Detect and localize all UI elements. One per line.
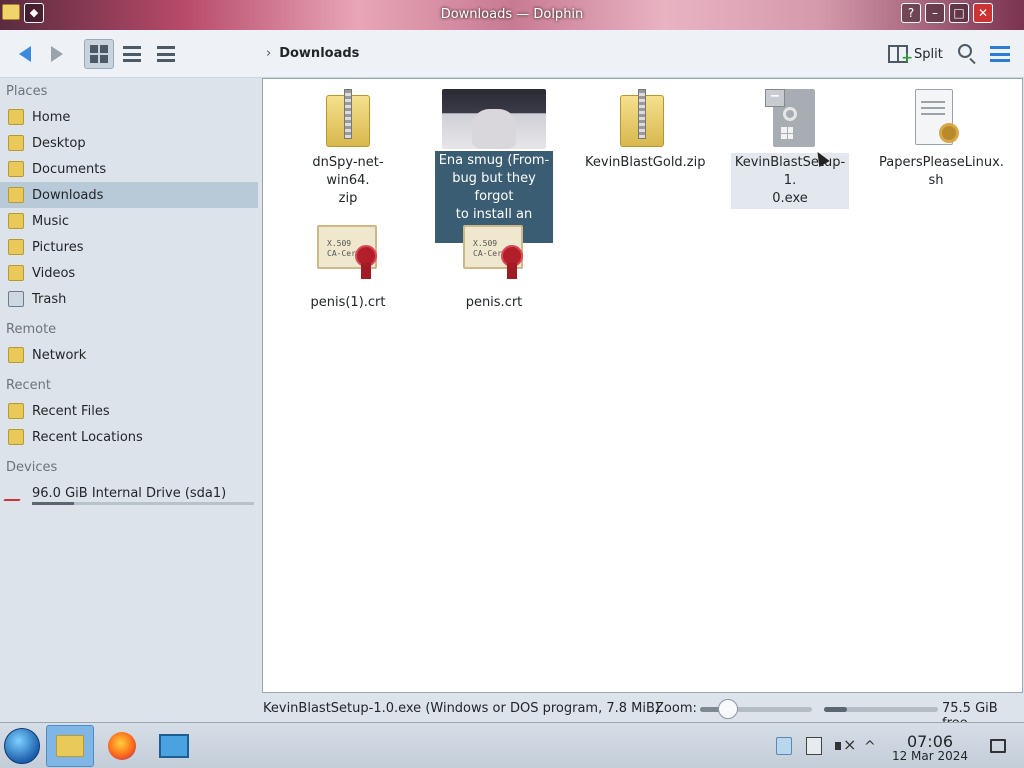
sidebar-item-trash[interactable]: Trash bbox=[0, 286, 262, 312]
toolbar: › Downloads + Split bbox=[0, 30, 1024, 78]
section-heading-remote: Remote bbox=[6, 322, 57, 337]
zoom-label: Zoom: bbox=[655, 701, 697, 716]
videos-icon bbox=[8, 265, 24, 281]
tray-expand-icon[interactable]: ^ bbox=[864, 739, 880, 757]
section-heading-places: Places bbox=[6, 84, 48, 99]
home-icon bbox=[8, 109, 24, 125]
folder-icon bbox=[56, 735, 84, 757]
breadcrumb-downloads[interactable]: Downloads bbox=[279, 46, 359, 61]
notes-icon[interactable] bbox=[806, 737, 822, 755]
clipboard-icon[interactable] bbox=[776, 737, 792, 755]
close-button[interactable]: ✕ bbox=[973, 3, 993, 23]
details-view-icon bbox=[157, 46, 175, 62]
forward-arrow-icon bbox=[51, 46, 63, 62]
drive-icon bbox=[3, 485, 29, 501]
sidebar-item-documents[interactable]: Documents bbox=[0, 156, 262, 182]
file-label: KevinBlastGold.zip bbox=[585, 155, 706, 170]
icons-view-button[interactable] bbox=[84, 39, 114, 69]
back-arrow-icon bbox=[19, 46, 31, 62]
zip-archive-icon bbox=[326, 89, 370, 147]
taskbar-system-settings[interactable] bbox=[150, 725, 198, 767]
file-item-kevinblastsetup-exe[interactable]: − KevinBlastSetup-1. 0.exe bbox=[731, 89, 849, 209]
file-label: dnSpy-net-win64. zip bbox=[312, 155, 384, 206]
details-view-button[interactable] bbox=[151, 39, 181, 69]
sidebar-item-network[interactable]: Network bbox=[0, 342, 262, 368]
file-label: KevinBlastSetup-1. 0.exe bbox=[731, 153, 849, 209]
zoom-slider[interactable] bbox=[700, 707, 812, 712]
help-button[interactable]: ? bbox=[901, 3, 921, 23]
recent-files-icon bbox=[8, 403, 24, 419]
taskbar: ^ 07:06 12 Mar 2024 bbox=[0, 722, 1024, 768]
minimize-button[interactable]: – bbox=[925, 3, 945, 23]
trash-icon bbox=[8, 291, 24, 307]
window-title: Downloads — Dolphin bbox=[440, 7, 584, 22]
sidebar-item-internal-drive[interactable]: 96.0 GiB Internal Drive (sda1) bbox=[0, 480, 262, 506]
documents-icon bbox=[8, 161, 24, 177]
shell-script-icon bbox=[911, 89, 961, 149]
split-button[interactable]: + Split bbox=[888, 42, 943, 66]
file-item-ena-smug-png[interactable]: Ena smug (From-bug but they forgot to ins… bbox=[435, 89, 553, 243]
window-titlebar[interactable]: ◆ Downloads — Dolphin ? – □ ✕ bbox=[0, 0, 1024, 30]
sidebar-item-desktop[interactable]: Desktop bbox=[0, 130, 262, 156]
show-desktop-icon[interactable] bbox=[990, 739, 1006, 753]
taskbar-file-manager[interactable] bbox=[46, 725, 94, 767]
file-item-penis-crt[interactable]: X.509 CA-Cert penis.crt bbox=[435, 223, 553, 313]
clock-date[interactable]: 12 Mar 2024 bbox=[886, 749, 974, 763]
compact-view-button[interactable] bbox=[117, 39, 147, 69]
system-settings-icon bbox=[159, 734, 189, 758]
maximize-button[interactable]: □ bbox=[949, 3, 969, 23]
firefox-icon bbox=[108, 732, 136, 760]
places-panel: Places Home Desktop Documents Downloads … bbox=[0, 78, 262, 696]
certificate-icon: X.509 CA-Cert bbox=[463, 223, 525, 281]
zoom-slider-handle[interactable] bbox=[718, 699, 738, 719]
section-heading-devices: Devices bbox=[6, 460, 58, 475]
back-button[interactable] bbox=[10, 39, 40, 69]
music-icon bbox=[8, 213, 24, 229]
file-item-penis1-crt[interactable]: X.509 CA-Cert penis(1).crt bbox=[289, 223, 407, 313]
image-thumbnail bbox=[442, 89, 546, 149]
forward-button[interactable] bbox=[42, 39, 72, 69]
zip-archive-icon bbox=[620, 89, 664, 147]
taskbar-firefox[interactable] bbox=[98, 725, 146, 767]
section-heading-recent: Recent bbox=[6, 378, 51, 393]
status-info: KevinBlastSetup-1.0.exe (Windows or DOS … bbox=[263, 701, 660, 716]
file-label: PapersPleaseLinux. sh bbox=[879, 155, 1004, 188]
file-item-dnspy-zip[interactable]: dnSpy-net-win64. zip bbox=[289, 89, 407, 209]
certificate-icon: X.509 CA-Cert bbox=[317, 223, 379, 281]
downloads-icon bbox=[8, 187, 24, 203]
start-menu-button[interactable] bbox=[4, 728, 40, 764]
recent-locations-icon bbox=[8, 429, 24, 445]
status-bar: KevinBlastSetup-1.0.exe (Windows or DOS … bbox=[0, 696, 1024, 731]
compact-view-icon bbox=[123, 46, 141, 62]
executable-icon: − bbox=[765, 89, 815, 149]
sidebar-item-music[interactable]: Music bbox=[0, 208, 262, 234]
search-icon[interactable] bbox=[958, 44, 972, 58]
file-label: penis(1).crt bbox=[310, 295, 386, 310]
volume-muted-icon[interactable] bbox=[835, 735, 856, 755]
sidebar-item-recent-locations[interactable]: Recent Locations bbox=[0, 424, 262, 450]
desktop-icon bbox=[8, 135, 24, 151]
sidebar-item-downloads[interactable]: Downloads bbox=[0, 182, 258, 208]
file-item-kevinblastgold-zip[interactable]: KevinBlastGold.zip bbox=[583, 89, 706, 173]
disk-space-bar bbox=[824, 707, 938, 712]
sidebar-item-videos[interactable]: Videos bbox=[0, 260, 262, 286]
file-item-papersplease-sh[interactable]: PapersPleaseLinux. sh bbox=[877, 89, 1004, 191]
sidebar-item-pictures[interactable]: Pictures bbox=[0, 234, 262, 260]
split-label: Split bbox=[914, 46, 943, 62]
hamburger-menu-icon[interactable] bbox=[990, 46, 1010, 62]
breadcrumb[interactable]: › Downloads bbox=[266, 46, 359, 61]
pictures-icon bbox=[8, 239, 24, 255]
file-view[interactable]: dnSpy-net-win64. zip Ena smug (From-bug b… bbox=[262, 78, 1023, 693]
chevron-right-icon: › bbox=[266, 46, 272, 61]
sidebar-item-home[interactable]: Home bbox=[0, 104, 262, 130]
network-icon bbox=[8, 347, 24, 363]
sidebar-item-recent-files[interactable]: Recent Files bbox=[0, 398, 262, 424]
file-label: penis.crt bbox=[465, 295, 523, 310]
drive-usage-bar bbox=[32, 502, 254, 505]
split-view-icon: + bbox=[888, 45, 913, 66]
icons-view-icon bbox=[90, 45, 108, 63]
